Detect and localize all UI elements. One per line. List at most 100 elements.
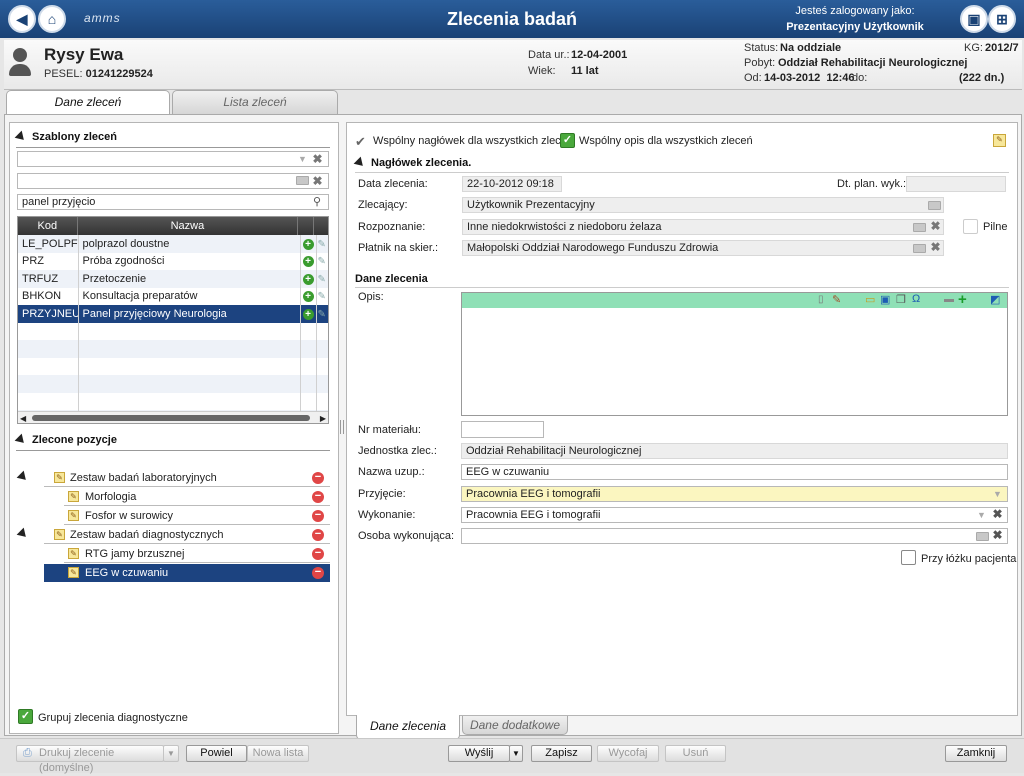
add-icon[interactable]: + xyxy=(958,291,967,308)
template-filter-2[interactable] xyxy=(17,173,329,189)
delete-button[interactable]: Usuń xyxy=(665,745,726,762)
omega-icon[interactable]: Ω xyxy=(912,293,920,305)
edit-icon[interactable]: ✎ xyxy=(54,472,65,483)
collapse-icon[interactable] xyxy=(16,527,30,541)
repeat-button[interactable]: Powiel xyxy=(186,745,247,762)
add-icon[interactable]: + xyxy=(302,273,314,285)
clear-icon[interactable]: ✖ xyxy=(930,241,941,253)
urgent-checkbox[interactable] xyxy=(963,219,978,234)
clear-icon[interactable]: ✖ xyxy=(992,529,1003,541)
picker-icon[interactable] xyxy=(913,244,926,253)
cube-icon[interactable]: ▣ xyxy=(960,5,988,33)
new-list-button[interactable]: Nowa lista xyxy=(247,745,309,762)
picker-icon[interactable] xyxy=(928,201,941,210)
admission-select[interactable]: Pracownia EEG i tomografii xyxy=(461,486,1008,502)
save-icon[interactable]: ▣ xyxy=(880,293,890,306)
tree-item[interactable]: ✎ Fosfor w surowicy − xyxy=(44,507,330,525)
edit-window-icon[interactable]: ◩ xyxy=(990,293,1000,306)
table-row[interactable]: LE_POLPF polprazol doustne + ✎ xyxy=(18,235,328,253)
picker-icon[interactable] xyxy=(976,532,989,541)
open-folder-icon[interactable]: ▭ xyxy=(865,293,875,306)
tag-icon[interactable]: ✎ xyxy=(318,274,326,285)
diagnosis-field[interactable]: Inne niedokrwistości z niedoboru żelaza xyxy=(462,219,944,235)
plan-date-field[interactable] xyxy=(906,176,1006,192)
tree-item[interactable]: ✎ Morfologia − xyxy=(44,488,330,506)
order-date-field[interactable]: 22-10-2012 09:18 xyxy=(462,176,562,192)
splitter-handle[interactable] xyxy=(340,420,344,434)
print-dropdown-icon[interactable]: ▼ xyxy=(163,745,179,762)
add-icon[interactable]: + xyxy=(302,238,314,250)
edit-icon[interactable]: ✎ xyxy=(68,567,79,578)
tree-item[interactable]: ✎ RTG jamy brzusznej − xyxy=(44,545,330,563)
edit-icon[interactable]: ✎ xyxy=(54,529,65,540)
add-icon[interactable]: + xyxy=(302,291,314,303)
collapse-icon[interactable] xyxy=(14,433,28,447)
remove-icon[interactable]: − xyxy=(312,472,324,484)
tree-item[interactable]: ✎ EEG w czuwaniu − xyxy=(44,564,330,582)
edit-icon[interactable]: ✎ xyxy=(68,510,79,521)
tab-orders-list[interactable]: Lista zleceń xyxy=(172,90,338,114)
send-dropdown-icon[interactable]: ▼ xyxy=(509,745,523,762)
tab-extra-data[interactable]: Dane dodatkowe xyxy=(462,716,568,735)
tab-order-data[interactable]: Dane zlecenia xyxy=(356,715,460,740)
collapse-icon[interactable] xyxy=(14,130,28,144)
clear-format-icon[interactable]: ✎ xyxy=(832,293,841,306)
edit-icon[interactable]: ✎ xyxy=(993,134,1006,147)
template-search-input[interactable]: panel przyjęcio xyxy=(17,194,329,210)
collapse-icon[interactable] xyxy=(353,156,367,170)
new-doc-icon[interactable]: ▯ xyxy=(818,294,824,305)
tab-orders-data[interactable]: Dane zleceń xyxy=(6,90,170,115)
remove-icon[interactable]: − xyxy=(312,491,324,503)
table-row[interactable]: TRFUZ Przetoczenie + ✎ xyxy=(18,270,328,288)
add-icon[interactable]: + xyxy=(302,256,314,268)
tag-icon[interactable]: ✎ xyxy=(318,309,326,320)
clear-icon[interactable]: ✖ xyxy=(992,508,1003,520)
execution-select[interactable]: Pracownia EEG i tomografii xyxy=(461,507,1008,523)
scroll-left-icon[interactable]: ◀ xyxy=(20,414,26,423)
clear-icon[interactable]: ✖ xyxy=(312,175,323,187)
template-icon[interactable]: ▬ xyxy=(944,294,954,305)
col-code[interactable]: Kod xyxy=(18,217,78,235)
common-desc-checkbox[interactable]: ✓ xyxy=(560,133,575,148)
copy-icon[interactable]: ❐ xyxy=(896,293,906,306)
col-name[interactable]: Nazwa xyxy=(78,217,299,235)
dropdown-icon[interactable]: ▼ xyxy=(298,154,307,164)
clear-icon[interactable]: ✖ xyxy=(312,153,323,165)
edit-icon[interactable]: ✎ xyxy=(68,491,79,502)
tree-group[interactable]: ✎ Zestaw badań laboratoryjnych − xyxy=(10,469,330,487)
clear-icon[interactable]: ✖ xyxy=(930,220,941,232)
remove-icon[interactable]: − xyxy=(312,529,324,541)
picker-icon[interactable] xyxy=(296,176,309,185)
tag-icon[interactable]: ✎ xyxy=(318,239,326,250)
revoke-button[interactable]: Wycofaj xyxy=(597,745,659,762)
print-button[interactable]: ⎙ Drukuj zlecenie (domyślne) xyxy=(16,745,164,774)
checkmark-icon[interactable]: ✔ xyxy=(355,134,366,150)
remove-icon[interactable]: − xyxy=(312,567,324,579)
tag-icon[interactable]: ✎ xyxy=(318,291,326,302)
template-filter-1[interactable] xyxy=(17,151,329,167)
save-button[interactable]: Zapisz xyxy=(531,745,592,762)
executor-field[interactable] xyxy=(461,528,1008,544)
tree-group[interactable]: ✎ Zestaw badań diagnostycznych − xyxy=(10,526,330,544)
send-button[interactable]: Wyślij xyxy=(448,745,510,762)
bedside-checkbox[interactable] xyxy=(901,550,916,565)
scroll-right-icon[interactable]: ▶ xyxy=(320,414,326,423)
orderer-field[interactable]: Użytkownik Prezentacyjny xyxy=(462,197,944,213)
table-row[interactable]: PRZYJNEU Panel przyjęciowy Neurologia + ✎ xyxy=(18,305,328,323)
picker-icon[interactable] xyxy=(913,223,926,232)
scroll-thumb[interactable] xyxy=(32,415,310,421)
table-row[interactable]: BHKON Konsultacja preparatów + ✎ xyxy=(18,287,328,305)
group-checkbox[interactable]: ✓ xyxy=(18,709,33,724)
table-row[interactable]: PRZ Próba zgodności + ✎ xyxy=(18,252,328,270)
tag-icon[interactable]: ✎ xyxy=(318,256,326,267)
dropdown-icon[interactable]: ▼ xyxy=(977,510,986,520)
unit-field[interactable]: Oddział Rehabilitacji Neurologicznej xyxy=(461,443,1008,459)
edit-icon[interactable]: ✎ xyxy=(68,548,79,559)
remove-icon[interactable]: − xyxy=(312,510,324,522)
payer-field[interactable]: Małopolski Oddział Narodowego Funduszu Z… xyxy=(462,240,944,256)
add-icon[interactable]: + xyxy=(302,308,314,320)
collapse-icon[interactable] xyxy=(16,470,30,484)
close-button[interactable]: Zamknij xyxy=(945,745,1007,762)
h-scrollbar[interactable]: ◀ ▶ xyxy=(18,411,328,423)
grid-icon[interactable]: ⊞ xyxy=(988,5,1016,33)
